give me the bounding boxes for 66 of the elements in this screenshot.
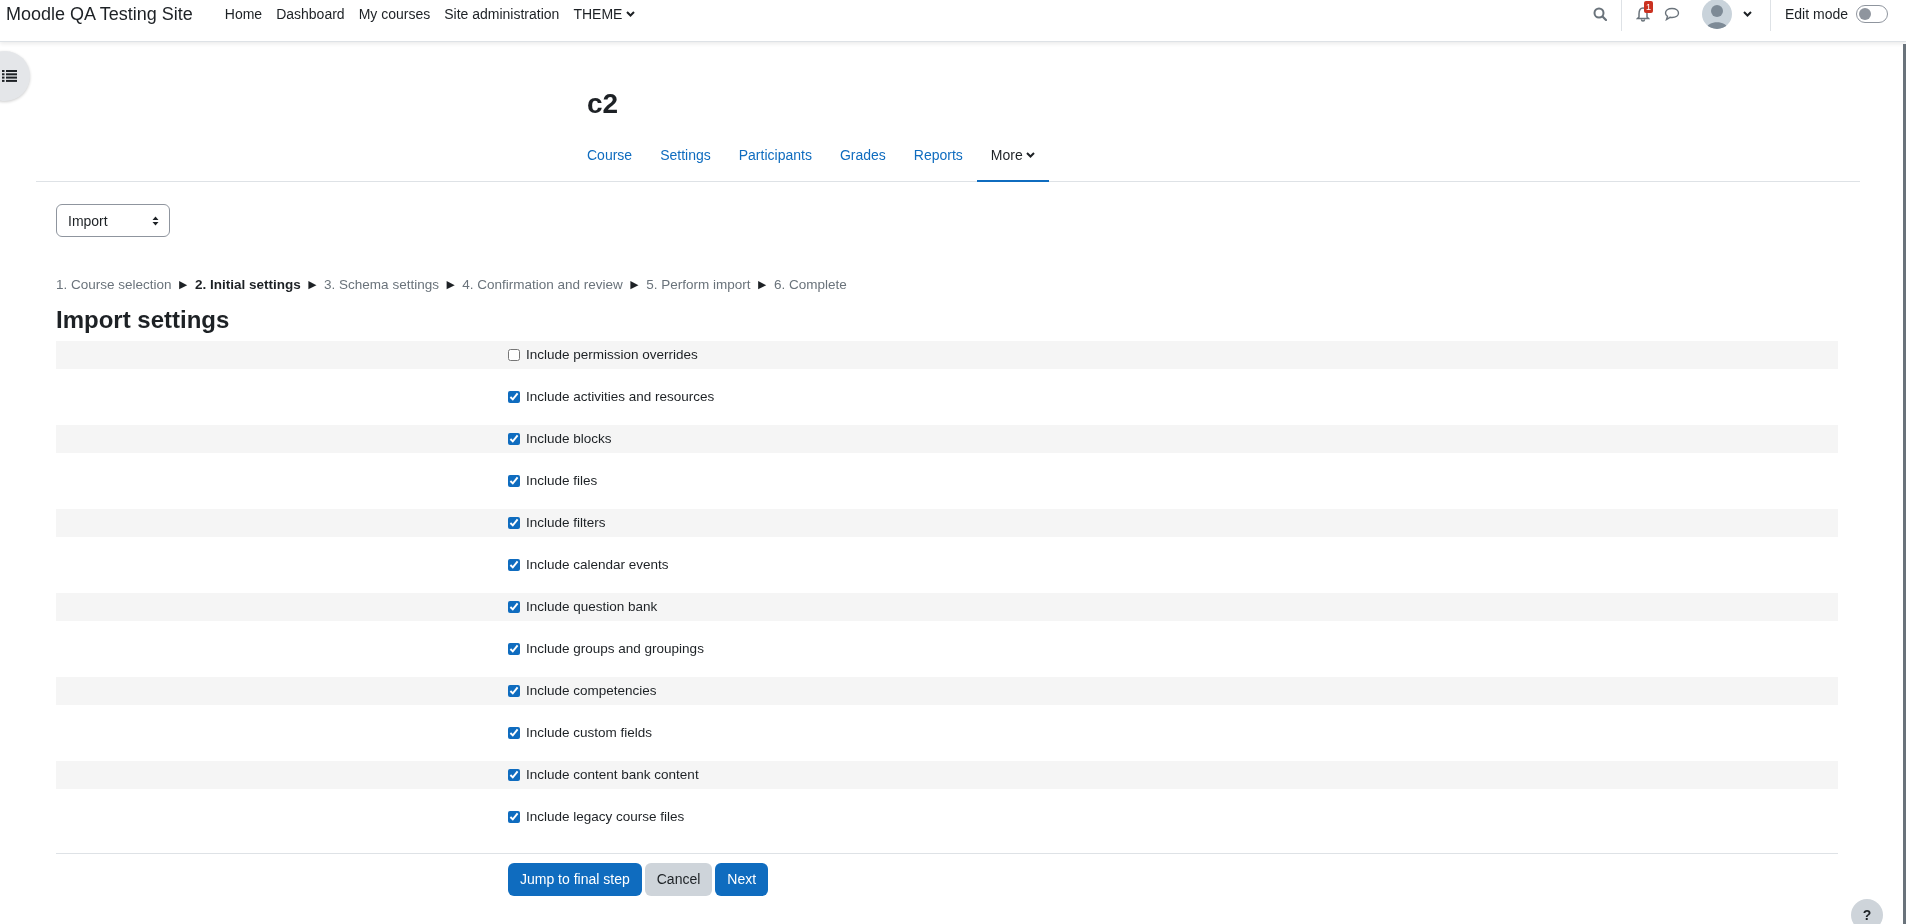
checkbox[interactable] xyxy=(508,768,520,781)
checkbox[interactable] xyxy=(508,390,520,403)
course-tab[interactable]: Participants xyxy=(724,130,826,182)
edit-mode-toggle[interactable] xyxy=(1856,5,1888,23)
checkbox[interactable] xyxy=(508,348,520,361)
help-button[interactable]: ? xyxy=(1851,899,1883,924)
checkbox-label: Include filters xyxy=(526,515,606,531)
checkbox-label: Include question bank xyxy=(526,599,658,615)
checkbox[interactable] xyxy=(508,600,520,613)
checkbox-label: Include calendar events xyxy=(526,557,669,573)
secondary-button[interactable]: Cancel xyxy=(644,862,713,896)
progress-step: 5. Perform import xyxy=(646,277,751,292)
nav-link[interactable]: Home xyxy=(217,0,270,28)
progress-step: 1. Course selection xyxy=(56,277,172,292)
step-arrow: ► xyxy=(755,277,769,292)
step-arrow: ► xyxy=(627,277,642,292)
checkbox[interactable] xyxy=(508,432,520,445)
progress-step: 3. Schema settings xyxy=(324,277,439,292)
checkbox-label: Include permission overrides xyxy=(526,347,698,363)
checkbox[interactable] xyxy=(508,516,520,529)
primary-button[interactable]: Next xyxy=(715,862,769,896)
progress-step: 2. Initial settings xyxy=(194,277,301,292)
course-tab[interactable]: Course xyxy=(573,130,647,182)
course-tab[interactable]: Grades xyxy=(825,130,900,182)
step-arrow: ► xyxy=(176,277,190,292)
checkbox-label: Include custom fields xyxy=(526,725,653,741)
course-title: c2 xyxy=(587,90,620,118)
nav-link[interactable]: My courses xyxy=(351,0,438,28)
site-name[interactable]: Moodle QA Testing Site xyxy=(6,0,193,28)
caret-icon xyxy=(1025,152,1035,158)
nav-link[interactable]: Dashboard xyxy=(269,0,352,28)
course-tab[interactable]: Settings xyxy=(646,130,725,182)
checkbox[interactable] xyxy=(508,474,520,487)
bell-icon[interactable] xyxy=(1635,6,1650,22)
progress-step: 4. Confirmation and review xyxy=(462,277,623,292)
course-tab[interactable]: Reports xyxy=(899,130,977,182)
nav-link[interactable]: Site administration xyxy=(437,0,567,28)
checkbox-label: Include files xyxy=(526,473,598,489)
step-arrow: ► xyxy=(305,277,320,292)
caret-icon xyxy=(626,11,636,17)
nav-link[interactable]: THEME xyxy=(566,0,643,28)
checkbox-label: Include competencies xyxy=(526,683,657,699)
checkbox[interactable] xyxy=(508,684,520,697)
checkbox[interactable] xyxy=(508,726,520,739)
checkbox-label: Include activities and resources xyxy=(526,389,715,405)
user-menu[interactable] xyxy=(1701,0,1752,29)
chat-icon[interactable] xyxy=(1663,7,1680,21)
checkbox-label: Include content bank content xyxy=(526,767,699,783)
primary-button[interactable]: Jump to final step xyxy=(508,862,642,896)
checkbox-label: Include groups and groupings xyxy=(526,641,704,657)
step-arrow: ► xyxy=(443,277,458,292)
checkbox[interactable] xyxy=(508,810,520,823)
search-icon[interactable] xyxy=(1592,7,1607,21)
section-heading: Import settings xyxy=(56,306,231,335)
course-tab[interactable]: More xyxy=(976,130,1049,182)
notification-badge: 1 xyxy=(1643,1,1653,13)
checkbox[interactable] xyxy=(508,642,520,655)
edit-mode-label: Edit mode xyxy=(1784,5,1848,24)
sort-caret-icon xyxy=(152,215,159,226)
action-select[interactable]: Import xyxy=(56,204,170,237)
checkbox-label: Include blocks xyxy=(526,431,612,447)
progress-step: 6. Complete xyxy=(773,277,847,292)
list-icon xyxy=(2,70,17,82)
checkbox-label: Include legacy course files xyxy=(526,809,685,825)
checkbox[interactable] xyxy=(508,558,520,571)
caret-icon xyxy=(1742,11,1752,17)
